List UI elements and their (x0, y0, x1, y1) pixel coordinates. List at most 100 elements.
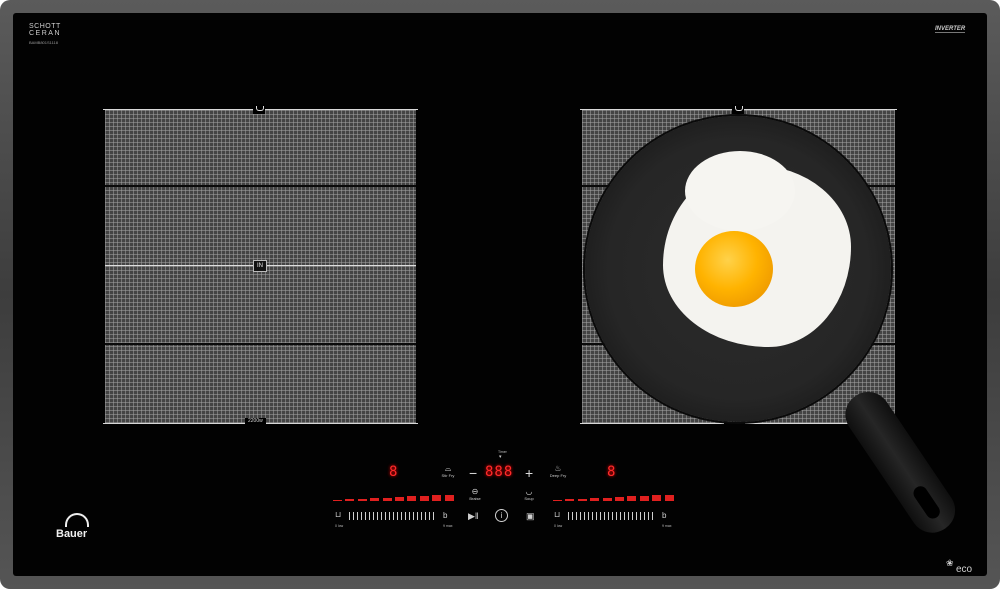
slider-tick (612, 512, 613, 520)
slider-tick (640, 512, 641, 520)
right-zone-display: 8 (607, 464, 617, 480)
braise-button[interactable]: ⊖ Braise (466, 487, 484, 501)
play-pause-icon[interactable]: ▶‖ (468, 511, 479, 522)
power-bar-segment (553, 500, 562, 501)
info-icon[interactable]: i (495, 509, 508, 522)
slider-tick (588, 512, 589, 520)
braise-label: Braise (469, 496, 481, 501)
power-bar-segment (357, 498, 367, 501)
soup-label: Soup (524, 496, 534, 501)
right-high-label: 9 max (662, 524, 672, 528)
timer-plus-button[interactable]: + (525, 466, 533, 480)
slider-tick (624, 512, 625, 520)
deep-fry-button[interactable]: ♨ Deep Fry (547, 464, 569, 478)
right-pot-icon: ⊔ (554, 510, 561, 519)
slider-tick (413, 512, 414, 520)
model-code: BAMB801S1118 (29, 40, 58, 45)
slider-tick (369, 512, 370, 520)
slider-tick (365, 512, 366, 520)
power-bar-segment (419, 495, 429, 501)
slider-tick (401, 512, 402, 520)
slider-tick (349, 512, 350, 520)
left-zone-power: 2200w (245, 418, 266, 424)
slider-tick (572, 512, 573, 520)
left-zone-display: 8 (389, 464, 399, 480)
slider-tick (433, 512, 434, 520)
power-bar-segment (395, 497, 404, 501)
slider-tick (648, 512, 649, 520)
power-bar-segment (615, 497, 624, 501)
slider-tick (429, 512, 430, 520)
slider-tick (600, 512, 601, 520)
lock-icon[interactable]: ▣ (526, 511, 535, 522)
power-bar-segment (407, 496, 417, 501)
right-boost-button[interactable]: b (662, 511, 666, 520)
soup-pot-icon: ◡ (525, 487, 533, 496)
wok-icon: ⌓ (444, 464, 452, 473)
power-bar-segment (565, 499, 575, 501)
slider-tick (361, 512, 362, 520)
power-bar-segment (652, 495, 662, 501)
slider-tick (393, 512, 394, 520)
leaf-icon: ❀ (946, 558, 954, 568)
slider-tick (652, 512, 653, 520)
schott-label: SCHOTT (29, 23, 61, 30)
slider-tick (421, 512, 422, 520)
left-low-label: 0 low (335, 524, 344, 528)
right-low-label: 0 low (554, 524, 563, 528)
left-boost-button[interactable]: b (443, 511, 447, 520)
power-bar-segment (382, 497, 392, 501)
stir-fry-button[interactable]: ⌓ Stir Fry (438, 464, 458, 478)
left-power-slider[interactable] (349, 512, 434, 520)
slider-tick (584, 512, 585, 520)
slider-tick (397, 512, 398, 520)
pot-icon (253, 104, 265, 114)
slider-tick (620, 512, 621, 520)
left-zone-line (105, 185, 416, 187)
power-bar-segment (345, 499, 355, 501)
pot-icon: ⊖ (471, 487, 479, 496)
right-power-slider[interactable] (568, 512, 653, 520)
timer-minus-button[interactable]: − (469, 466, 477, 480)
timer-display: 888 (485, 464, 514, 480)
power-bar-segment (602, 497, 612, 501)
stir-fry-label: Stir Fry (441, 473, 455, 478)
inverter-badge: INVERTER (935, 26, 966, 33)
left-pot-icon: ⊔ (335, 510, 342, 519)
power-bar-segment (664, 494, 674, 501)
cooktop-frame: SCHOTT CERAN BAMB801S1118 INVERTER IN 22… (0, 0, 1000, 589)
bauer-brand: Bauer (56, 528, 88, 540)
power-bar-segment (639, 495, 649, 501)
deep-fry-label: Deep Fry (549, 473, 567, 478)
slider-tick (576, 512, 577, 520)
bauer-logo-icon (65, 513, 89, 527)
slider-tick (628, 512, 629, 520)
right-power-bars (553, 493, 675, 501)
slider-tick (353, 512, 354, 520)
slider-tick (568, 512, 569, 520)
pan-handle (836, 383, 964, 542)
soup-button[interactable]: ◡ Soup (520, 487, 538, 501)
slider-tick (580, 512, 581, 520)
slider-tick (636, 512, 637, 520)
power-bar-segment (333, 500, 342, 501)
schott-ceran-logo: SCHOTT CERAN BAMB801S1118 (29, 23, 61, 46)
left-high-label: 9 max (443, 524, 453, 528)
slider-tick (425, 512, 426, 520)
power-bar-segment (627, 496, 637, 501)
power-bar-segment (444, 494, 454, 501)
egg-yolk (695, 231, 773, 307)
power-bar-segment (432, 495, 442, 501)
power-bar-segment (577, 498, 587, 501)
slider-tick (389, 512, 390, 520)
slider-tick (596, 512, 597, 520)
slider-tick (405, 512, 406, 520)
ceran-label: CERAN (29, 30, 62, 37)
egg-white (685, 151, 795, 231)
power-bar-segment (370, 498, 380, 501)
left-power-bars (333, 493, 455, 501)
slider-tick (409, 512, 410, 520)
eco-label: eco (956, 564, 973, 575)
slider-tick (604, 512, 605, 520)
fryer-icon: ♨ (554, 464, 562, 473)
